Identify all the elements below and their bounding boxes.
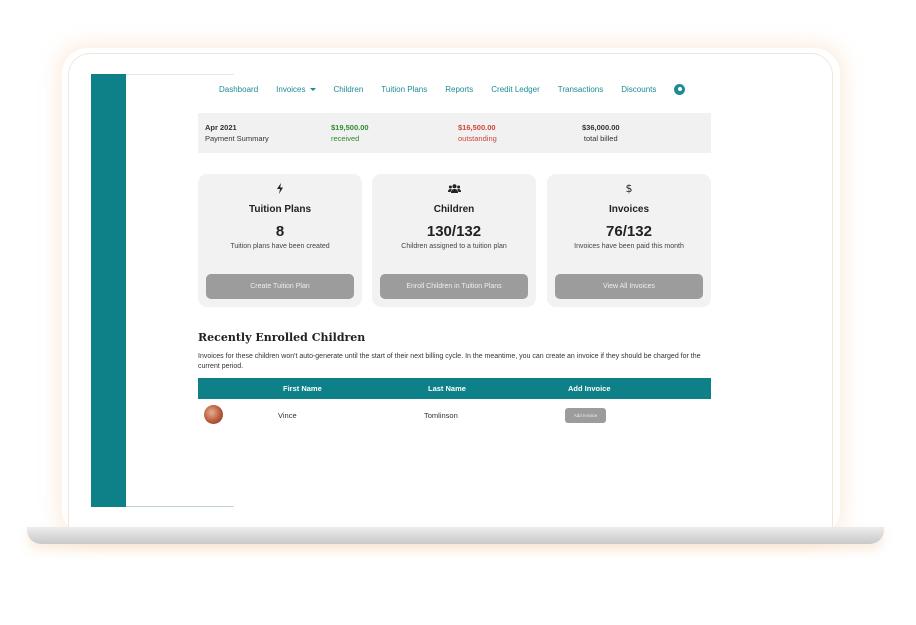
card-description: Children assigned to a tuition plan [401,243,507,250]
billed-label: total billed [583,134,618,143]
dollar-icon: $ [547,182,711,194]
summary-period-value: Apr 2021 [205,123,237,132]
summary-outstanding: $16,500.00 outstanding [458,122,497,144]
svg-text:$: $ [626,182,633,194]
sidebar [91,74,126,507]
card-description: Tuition plans have been created [230,243,330,250]
card-children: Children 130/132 Children assigned to a … [372,174,536,307]
laptop-mockup: Dashboard Invoices Children Tuition Plan… [0,0,916,625]
card-value: 76/132 [606,223,652,240]
card-tuition-plans: Tuition Plans 8 Tuition plans have been … [198,174,362,307]
summary-period-label: Payment Summary [205,134,269,143]
summary-billed: $36,000.00 total billed [582,122,620,144]
summary-period: Apr 2021 Payment Summary [205,122,269,144]
divider [126,74,234,75]
payment-summary: Apr 2021 Payment Summary $19,500.00 rece… [198,113,711,153]
create-tuition-plan-button[interactable]: Create Tuition Plan [206,274,354,299]
lightning-bolt-icon [198,182,362,194]
gear-icon[interactable] [674,83,686,95]
received-label: received [331,134,360,143]
nav-credit-ledger[interactable]: Credit Ledger [491,85,539,94]
nav-tuition-plans[interactable]: Tuition Plans [381,85,427,94]
nav-invoices-label: Invoices [276,84,306,94]
card-invoices: $ Invoices 76/132 Invoices have been pai… [547,174,711,307]
view-all-invoices-button[interactable]: View All Invoices [555,274,703,299]
enroll-children-button[interactable]: Enroll Children in Tuition Plans [380,274,528,299]
nav-dashboard[interactable]: Dashboard [219,85,258,94]
divider [126,506,234,507]
nav-discounts[interactable]: Discounts [621,85,656,94]
last-name-cell: Tomlinson [424,411,458,420]
received-amount: $19,500.00 [331,123,369,132]
top-nav: Dashboard Invoices Children Tuition Plan… [219,82,686,96]
first-name-cell: Vince [278,411,297,420]
caret-down-icon [309,87,316,91]
nav-reports[interactable]: Reports [445,85,473,94]
section-description: Invoices for these children won't auto-g… [198,353,701,370]
outstanding-label: outstanding [458,134,497,143]
nav-invoices[interactable]: Invoices [276,84,316,94]
table-header: First Name Last Name Add Invoice [198,378,711,399]
summary-received: $19,500.00 received [331,122,369,144]
card-title: Tuition Plans [248,204,312,215]
card-description: Invoices have been paid this month [574,243,684,250]
table-row: Vince Tomlinson Add Invoice [198,402,711,428]
laptop-base [27,527,884,544]
avatar [204,405,223,424]
section-title: Recently Enrolled Children [198,331,366,344]
add-invoice-button[interactable]: Add Invoice [565,408,606,423]
column-header-last-name: Last Name [428,384,466,393]
column-header-add-invoice: Add Invoice [568,384,611,393]
users-icon [372,182,536,194]
card-title: Invoices [608,204,650,215]
column-header-first-name: First Name [283,384,322,393]
outstanding-amount: $16,500.00 [458,123,496,132]
card-title: Children [433,204,475,215]
billed-amount: $36,000.00 [582,123,620,132]
nav-transactions[interactable]: Transactions [558,85,604,94]
card-value: 130/132 [426,223,482,240]
card-value: 8 [275,223,285,240]
app-screen: Dashboard Invoices Children Tuition Plan… [91,74,811,507]
nav-children[interactable]: Children [334,85,364,94]
